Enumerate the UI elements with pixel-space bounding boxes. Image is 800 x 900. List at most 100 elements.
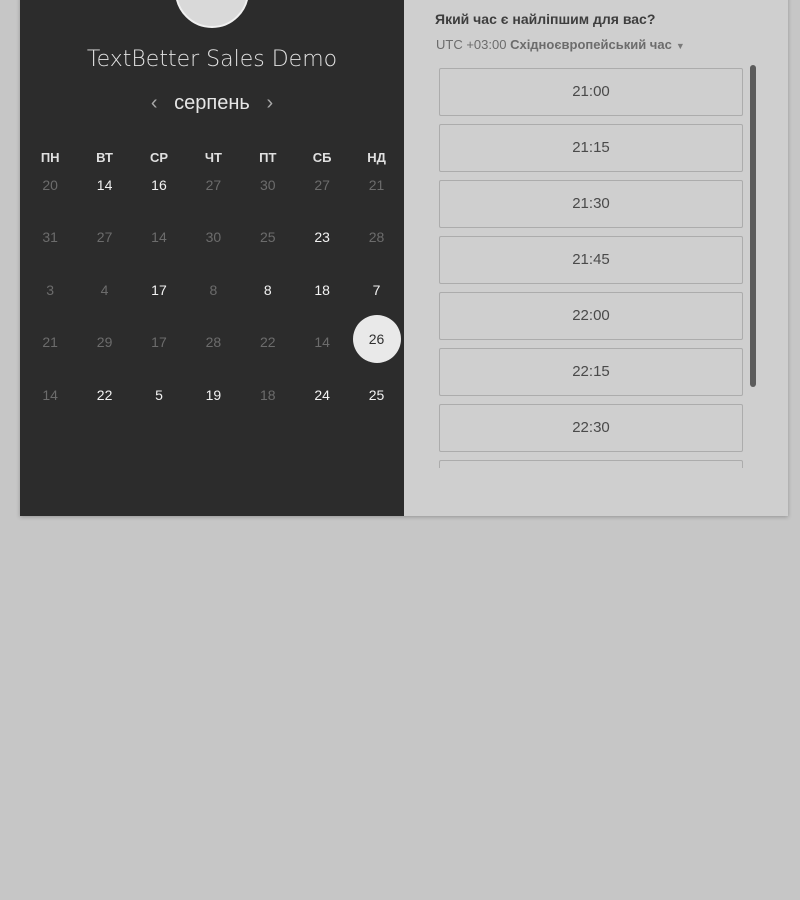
week-row: 20 14 16 27 30 27 21 bbox=[23, 174, 404, 226]
calendar-day: 27 bbox=[77, 226, 131, 278]
day-number: 30 bbox=[205, 229, 222, 246]
calendar-day[interactable]: 14 bbox=[77, 174, 131, 226]
calendar-day[interactable]: 19 bbox=[186, 384, 240, 436]
day-number: 17 bbox=[151, 281, 167, 298]
day-number: 18 bbox=[314, 281, 330, 298]
calendar-day: 22 bbox=[241, 331, 295, 383]
day-number: 21 bbox=[42, 334, 58, 351]
day-number: 31 bbox=[42, 229, 58, 246]
day-number: 24 bbox=[314, 386, 330, 403]
time-slot-button[interactable]: 21:15 bbox=[439, 124, 743, 172]
day-number: 22 bbox=[96, 386, 113, 403]
time-slot-button[interactable]: 22:15 bbox=[439, 348, 743, 396]
calendar-day: 29 bbox=[77, 331, 131, 383]
time-slot-button[interactable]: 21:45 bbox=[439, 236, 743, 284]
chevron-down-icon: ▼ bbox=[675, 41, 685, 51]
day-number: 21 bbox=[368, 177, 385, 193]
day-number: 27 bbox=[205, 177, 222, 193]
time-slot-button[interactable]: 22:00 bbox=[439, 292, 743, 340]
calendar-day[interactable]: 25 bbox=[349, 384, 403, 436]
day-number: 27 bbox=[314, 177, 330, 193]
day-number: 25 bbox=[259, 229, 276, 246]
calendar-day: 28 bbox=[349, 226, 403, 278]
week-row: 14 22 5 19 18 24 25 bbox=[23, 384, 404, 436]
calendar-day[interactable]: 22 bbox=[77, 384, 131, 436]
calendar-day: 20 bbox=[23, 174, 77, 226]
weekday-label: ПН bbox=[40, 150, 60, 165]
time-panel: Який час є найліпшим для вас? UTC +03:00… bbox=[404, 0, 788, 516]
scheduling-card: TextBetter Sales Demo ‹ серпень › ПН ВТ … bbox=[20, 0, 788, 516]
day-number: 14 bbox=[42, 386, 58, 403]
day-number: 23 bbox=[314, 229, 330, 246]
day-number: 20 bbox=[42, 177, 58, 193]
timezone-selector[interactable]: UTC +03:00 Східноєвропейський час ▼ bbox=[436, 37, 685, 52]
day-number: 5 bbox=[155, 386, 163, 403]
calendar-grid: 20 14 16 27 30 27 21 31 27 14 30 25 23 28 3 4 17 8 8 18 7 21 2… bbox=[23, 174, 404, 436]
calendar-day: 28 bbox=[186, 331, 240, 383]
prev-month-icon[interactable]: ‹ bbox=[144, 92, 164, 114]
calendar-day: 30 bbox=[186, 226, 240, 278]
day-number: 17 bbox=[151, 334, 167, 351]
logo-icon bbox=[199, 0, 229, 2]
calendar-day: 17 bbox=[132, 331, 186, 383]
scrollbar[interactable] bbox=[750, 65, 756, 387]
week-row: 31 27 14 30 25 23 28 bbox=[23, 226, 404, 278]
day-number: 19 bbox=[205, 386, 222, 403]
calendar-day[interactable]: 24 bbox=[295, 384, 349, 436]
time-slot-button[interactable] bbox=[439, 460, 743, 468]
weekday-label: НД bbox=[367, 150, 386, 165]
calendar-day[interactable]: 5 bbox=[132, 384, 186, 436]
weekday-label: ПТ bbox=[259, 150, 277, 165]
month-label: серпень bbox=[174, 92, 250, 114]
day-number: 8 bbox=[263, 281, 272, 298]
day-number: 14 bbox=[151, 229, 167, 246]
calendar-day: 4 bbox=[77, 279, 131, 331]
day-number: 25 bbox=[368, 386, 385, 403]
event-title: TextBetter Sales Demo bbox=[86, 47, 338, 72]
calendar-day: 31 bbox=[23, 226, 77, 278]
calendar-day: 14 bbox=[132, 226, 186, 278]
time-slot-list: 21:00 21:15 21:30 21:45 22:00 22:15 22:30 bbox=[439, 68, 743, 468]
week-row: 3 4 17 8 8 18 7 bbox=[23, 279, 404, 331]
day-number: 22 bbox=[259, 334, 276, 351]
calendar-day: 8 bbox=[186, 279, 240, 331]
calendar-day: 14 bbox=[295, 331, 349, 383]
day-number: 28 bbox=[368, 229, 385, 246]
calendar-day: 27 bbox=[186, 174, 240, 226]
calendar-day[interactable]: 18 bbox=[295, 279, 349, 331]
time-slot-button[interactable]: 21:00 bbox=[439, 68, 743, 116]
week-row: 21 29 17 28 22 14 26 bbox=[23, 315, 404, 383]
next-month-icon[interactable]: › bbox=[260, 92, 280, 114]
calendar-day: 18 bbox=[241, 384, 295, 436]
day-number: 3 bbox=[46, 281, 55, 298]
day-number: 26 bbox=[352, 315, 401, 364]
timezone-offset: UTC +03:00 bbox=[436, 37, 507, 52]
day-number: 28 bbox=[205, 334, 222, 351]
day-number: 27 bbox=[96, 229, 113, 246]
calendar-day: 21 bbox=[23, 331, 77, 383]
day-number: 4 bbox=[100, 281, 109, 298]
month-navigation: ‹ серпень › bbox=[20, 92, 404, 114]
calendar-panel: TextBetter Sales Demo ‹ серпень › ПН ВТ … bbox=[20, 0, 404, 516]
calendar-day: 27 bbox=[295, 174, 349, 226]
timezone-name: Східноєвропейський час bbox=[510, 37, 672, 52]
weekday-label: ВТ bbox=[96, 150, 113, 165]
calendar-day: 21 bbox=[349, 174, 403, 226]
time-slot-button[interactable]: 22:30 bbox=[439, 404, 743, 452]
time-question: Який час є найліпшим для вас? bbox=[435, 11, 656, 27]
calendar-day[interactable]: 8 bbox=[241, 279, 295, 331]
time-slot-button[interactable]: 21:30 bbox=[439, 180, 743, 228]
calendar-day: 3 bbox=[23, 279, 77, 331]
day-number: 16 bbox=[151, 177, 167, 193]
day-number: 18 bbox=[259, 386, 276, 403]
calendar-day[interactable]: 23 bbox=[295, 226, 349, 278]
day-number: 30 bbox=[259, 177, 276, 193]
weekday-label: ЧТ bbox=[204, 150, 222, 165]
calendar-day: 30 bbox=[241, 174, 295, 226]
selected-day[interactable]: 26 bbox=[349, 315, 403, 383]
day-number: 14 bbox=[96, 177, 113, 193]
calendar-day: 14 bbox=[23, 384, 77, 436]
calendar-day: 25 bbox=[241, 226, 295, 278]
calendar-day[interactable]: 17 bbox=[132, 279, 186, 331]
calendar-day[interactable]: 16 bbox=[132, 174, 186, 226]
